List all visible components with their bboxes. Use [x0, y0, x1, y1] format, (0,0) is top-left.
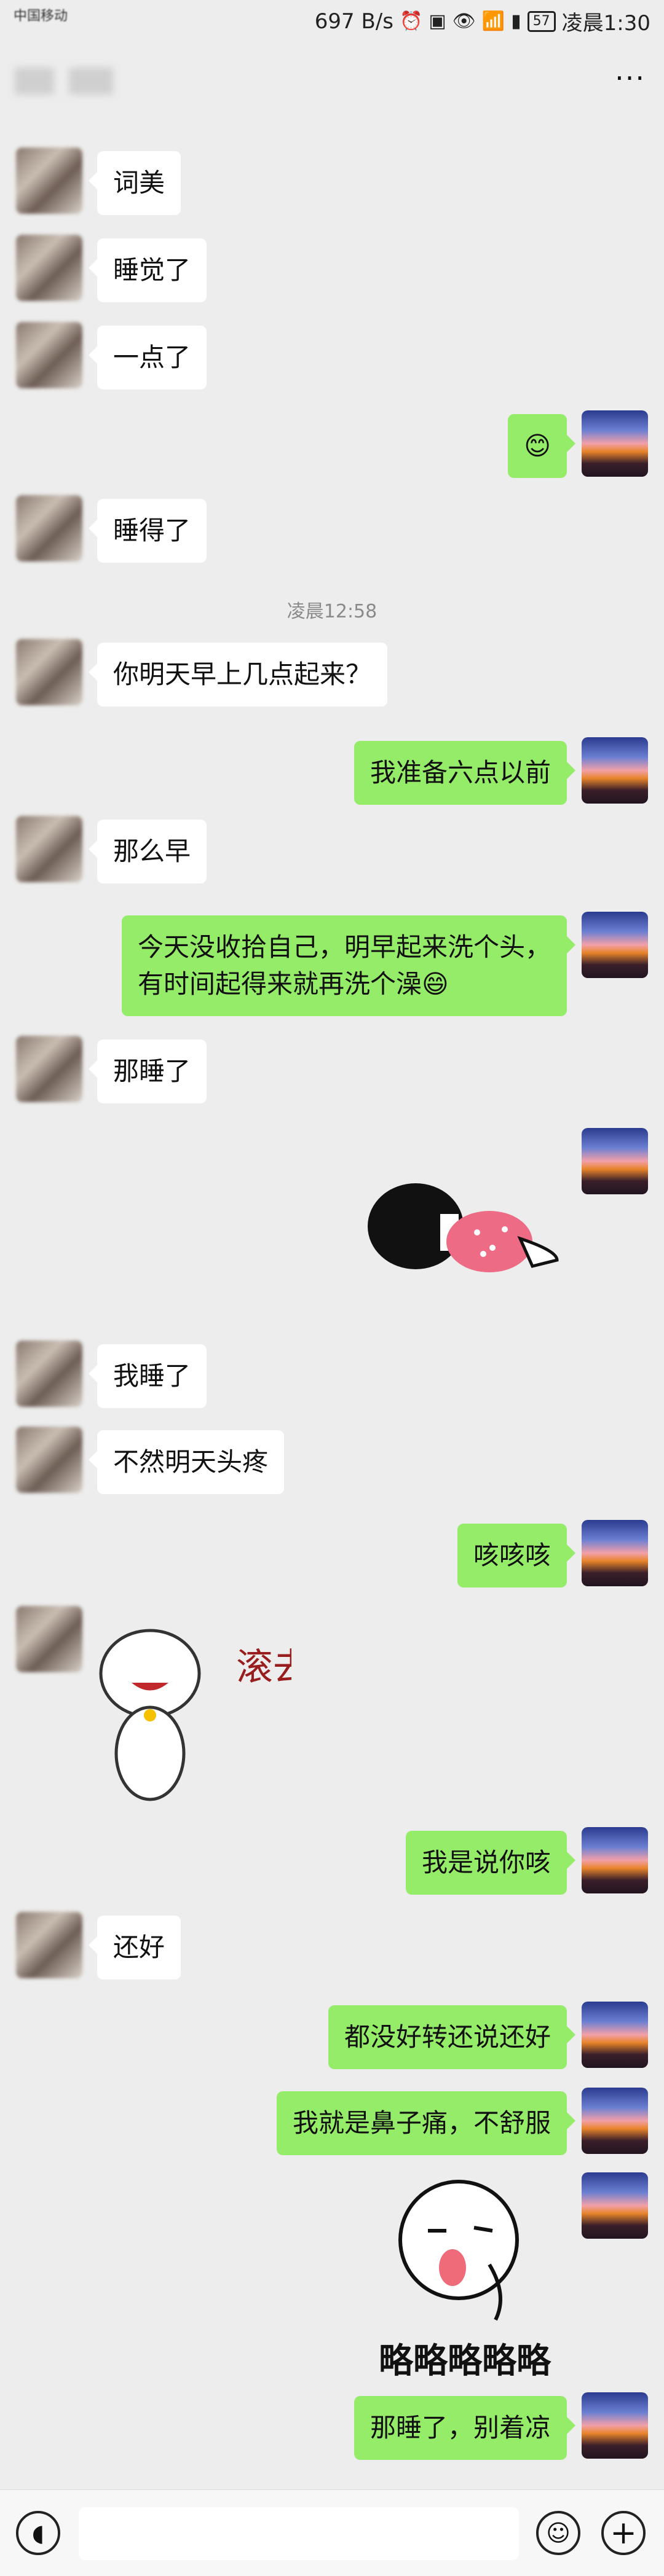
avatar[interactable] — [16, 1036, 82, 1102]
message-line: 有时间起得来就再洗个澡😄 — [137, 969, 449, 999]
input-bar: ◖ ☺ + — [0, 2489, 664, 2576]
lueh-sticker[interactable]: 略略略略略 — [360, 2172, 569, 2381]
avatar[interactable] — [582, 1128, 648, 1194]
avatar[interactable] — [582, 410, 648, 477]
alarm-icon: ⏰ — [399, 10, 423, 32]
message-row: 睡觉了 — [16, 235, 207, 302]
message-row: 我是说你咳 — [405, 1827, 648, 1895]
status-right: 697 B/s ⏰ ▣ 👁 📶 ▮ 57 凌晨1:30 — [315, 6, 650, 36]
message-row: 我就是鼻子痛，不舒服 — [276, 2088, 648, 2155]
avatar[interactable] — [582, 1827, 648, 1893]
message-row: 滚去睡!!! — [16, 1606, 391, 1817]
message-line: 今天没收拾自己，明早起来洗个头， — [137, 932, 551, 962]
avatar[interactable] — [16, 639, 82, 705]
carrier-label: 中国移动 — [14, 9, 68, 24]
clock: 凌晨1:30 — [561, 11, 650, 36]
message-row: 今天没收拾自己，明早起来洗个头， 有时间起得来就再洗个澡😄 — [121, 912, 648, 1016]
cat-sticker[interactable]: 滚去睡!!! — [95, 1606, 391, 1817]
lueh-sticker-text: 略略略略略 — [379, 2341, 551, 2381]
message-row: 都没好转还说还好 — [328, 2002, 648, 2069]
message-row: 那睡了 — [16, 1036, 207, 1103]
message-row: 词美 — [16, 147, 181, 215]
message-row: 略略略略略 — [348, 2172, 648, 2381]
avatar[interactable] — [16, 235, 82, 301]
avatar[interactable] — [16, 495, 82, 562]
message-bubble[interactable]: 咳咳咳 — [457, 1524, 576, 1587]
contact-name-blurred — [15, 68, 113, 95]
message-row: 不然明天头疼 — [16, 1427, 285, 1494]
avatar[interactable] — [582, 2392, 648, 2459]
message-bubble[interactable]: 今天没收拾自己，明早起来洗个头， 有时间起得来就再洗个澡😄 — [121, 915, 576, 1016]
message-bubble[interactable]: 睡觉了 — [88, 238, 207, 302]
message-bubble[interactable]: 词美 — [88, 151, 181, 215]
message-row: 咳咳咳 — [457, 1520, 648, 1587]
message-bubble[interactable]: 那睡了，别着凉 — [354, 2396, 576, 2460]
message-row: 我睡了 — [16, 1341, 207, 1408]
avatar[interactable] — [16, 147, 82, 214]
message-row — [354, 1128, 648, 1290]
eye-icon: 👁 — [452, 10, 476, 32]
message-bubble[interactable]: 还好 — [88, 1916, 181, 1979]
avatar[interactable] — [16, 1341, 82, 1407]
signal-icon: ▮ — [511, 10, 521, 32]
avatar[interactable] — [16, 322, 82, 388]
message-bubble[interactable]: 我就是鼻子痛，不舒服 — [276, 2091, 576, 2155]
message-bubble[interactable]: 那睡了 — [88, 1039, 207, 1103]
message-bubble[interactable]: 都没好转还说还好 — [328, 2005, 576, 2069]
network-speed: 697 B/s — [314, 9, 393, 34]
message-bubble[interactable]: 你明天早上几点起来？ — [88, 643, 388, 707]
timestamp: 凌晨12:58 — [287, 601, 377, 622]
message-row: 我准备六点以前 — [354, 737, 648, 805]
message-row: 你明天早上几点起来？ — [16, 639, 388, 707]
message-row: 😊 — [508, 410, 648, 478]
avatar[interactable] — [16, 1912, 82, 1978]
message-bubble[interactable]: 一点了 — [88, 326, 207, 390]
cat-sticker-text: 滚去睡!!! — [236, 1646, 291, 1689]
avatar[interactable] — [16, 816, 82, 882]
message-bubble[interactable]: 我是说你咳 — [405, 1831, 576, 1895]
avatar[interactable] — [582, 1520, 648, 1586]
message-bubble[interactable]: 😊 — [508, 414, 575, 478]
chat-header: ··· — [0, 49, 664, 111]
avatar[interactable] — [582, 737, 648, 804]
message-bubble[interactable]: 我准备六点以前 — [354, 741, 576, 805]
message-input[interactable] — [79, 2507, 519, 2560]
voice-icon[interactable]: ◖ — [16, 2511, 60, 2555]
battery-indicator: 57 — [527, 10, 556, 32]
sleeping-sticker[interactable] — [366, 1128, 569, 1290]
avatar[interactable] — [582, 2088, 648, 2154]
wifi-icon: 📶 — [481, 10, 505, 32]
message-bubble[interactable]: 我睡了 — [88, 1344, 207, 1408]
avatar[interactable] — [16, 1606, 82, 1672]
emoji-icon[interactable]: ☺ — [536, 2511, 580, 2555]
avatar[interactable] — [582, 912, 648, 978]
status-bar: 中国移动 697 B/s ⏰ ▣ 👁 📶 ▮ 57 凌晨1:30 — [0, 0, 664, 49]
avatar[interactable] — [582, 2172, 648, 2239]
message-row: 还好 — [16, 1912, 181, 1979]
message-row: 一点了 — [16, 322, 207, 390]
message-bubble[interactable]: 不然明天头疼 — [88, 1430, 285, 1494]
message-row: 睡得了 — [16, 495, 207, 563]
message-row: 那么早 — [16, 816, 207, 883]
more-icon[interactable]: ··· — [615, 61, 646, 95]
message-bubble[interactable]: 睡得了 — [88, 499, 207, 563]
avatar[interactable] — [16, 1427, 82, 1493]
message-bubble[interactable]: 那么早 — [88, 820, 207, 883]
avatar[interactable] — [582, 2002, 648, 2068]
hd-icon: ▣ — [429, 10, 446, 32]
plus-icon[interactable]: + — [601, 2511, 646, 2555]
message-row: 那睡了，别着凉 — [354, 2392, 648, 2460]
